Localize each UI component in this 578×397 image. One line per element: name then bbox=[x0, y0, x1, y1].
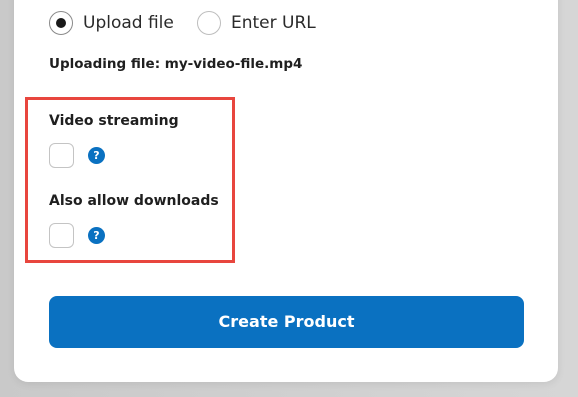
create-product-button[interactable]: Create Product bbox=[49, 296, 524, 348]
video-streaming-help-icon[interactable]: ? bbox=[88, 147, 105, 164]
radio-button-checked[interactable] bbox=[49, 11, 73, 35]
radio-upload-file[interactable]: Upload file bbox=[49, 9, 174, 37]
radio-enter-url-label: Enter URL bbox=[231, 13, 316, 33]
radio-selected-dot bbox=[56, 18, 66, 28]
radio-enter-url[interactable]: Enter URL bbox=[197, 9, 316, 37]
allow-downloads-checkbox[interactable] bbox=[49, 223, 74, 248]
video-streaming-checkbox[interactable] bbox=[49, 143, 74, 168]
upload-status-text: Uploading file: my-video-file.mp4 bbox=[49, 56, 303, 72]
radio-upload-file-label: Upload file bbox=[83, 13, 174, 33]
video-streaming-label: Video streaming bbox=[49, 113, 179, 129]
allow-downloads-label: Also allow downloads bbox=[49, 193, 219, 209]
allow-downloads-help-icon[interactable]: ? bbox=[88, 227, 105, 244]
radio-button-unchecked[interactable] bbox=[197, 11, 221, 35]
